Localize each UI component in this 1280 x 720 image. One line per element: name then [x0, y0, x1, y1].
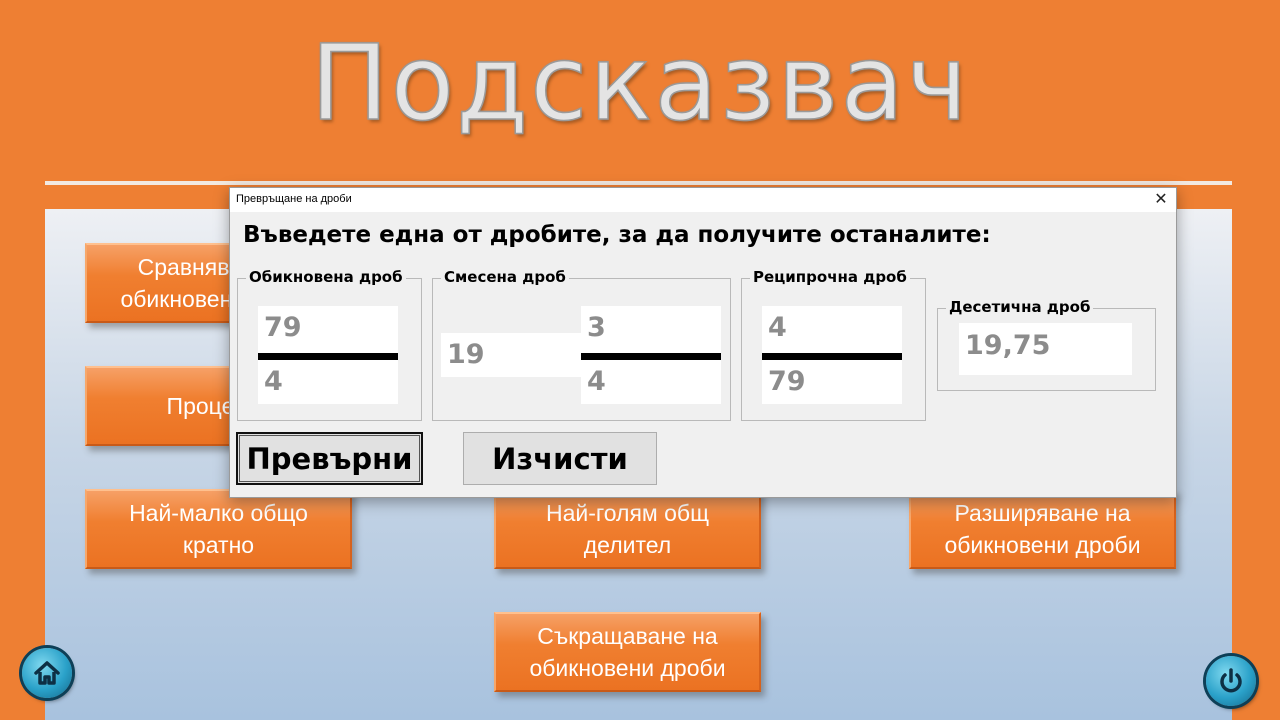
decimal-fraction-group: Десетична дроб 19,75	[937, 298, 1156, 391]
reciprocal-fraction-label: Реципрочна дроб	[750, 268, 910, 286]
common-numerator-field[interactable]: 79	[258, 306, 398, 354]
title-divider	[45, 181, 1232, 185]
decimal-fraction-label: Десетична дроб	[946, 298, 1094, 316]
dialog-title: Превръщане на дроби	[236, 193, 352, 205]
home-button[interactable]	[22, 648, 72, 698]
close-icon[interactable]: ✕	[1152, 190, 1170, 208]
common-denominator-field[interactable]: 4	[258, 360, 398, 404]
reciprocal-numerator-field[interactable]: 4	[762, 306, 902, 354]
reciprocal-denominator-field[interactable]: 79	[762, 360, 902, 404]
convert-button[interactable]: Превърни	[236, 432, 423, 485]
power-icon	[1220, 668, 1242, 693]
convert-fractions-dialog: Превръщане на дроби ✕ Въведете една от д…	[229, 187, 1177, 498]
common-fraction-group: Обикновена дроб 79 4	[237, 268, 422, 421]
gcd-button[interactable]: Най-голям общ делител	[494, 489, 761, 569]
mixed-fraction-label: Смесена дроб	[441, 268, 569, 286]
reduce-fractions-button[interactable]: Съкращаване на обикновени дроби	[494, 612, 761, 692]
mixed-whole-field[interactable]: 19	[441, 333, 581, 377]
reciprocal-fraction-group: Реципрочна дроб 4 79	[741, 268, 926, 421]
dialog-prompt: Въведете една от дробите, за да получите…	[243, 222, 991, 248]
decimal-value-field[interactable]: 19,75	[959, 323, 1132, 375]
mixed-fraction-bar	[581, 353, 721, 360]
mixed-denominator-field[interactable]: 4	[581, 360, 721, 404]
dialog-titlebar: Превръщане на дроби ✕	[230, 188, 1176, 212]
mixed-fraction-group: Смесена дроб 19 3 4	[432, 268, 731, 421]
reciprocal-fraction-bar	[762, 353, 902, 360]
power-button[interactable]	[1206, 656, 1256, 706]
common-fraction-label: Обикновена дроб	[246, 268, 406, 286]
common-fraction-bar	[258, 353, 398, 360]
home-icon	[34, 661, 60, 685]
expand-fractions-button[interactable]: Разширяване на обикновени дроби	[909, 489, 1176, 569]
lcm-button[interactable]: Най-малко общо кратно	[85, 489, 352, 569]
mixed-numerator-field[interactable]: 3	[581, 306, 721, 354]
clear-button[interactable]: Изчисти	[463, 432, 657, 485]
slide-title: Подсказвач	[310, 21, 970, 145]
